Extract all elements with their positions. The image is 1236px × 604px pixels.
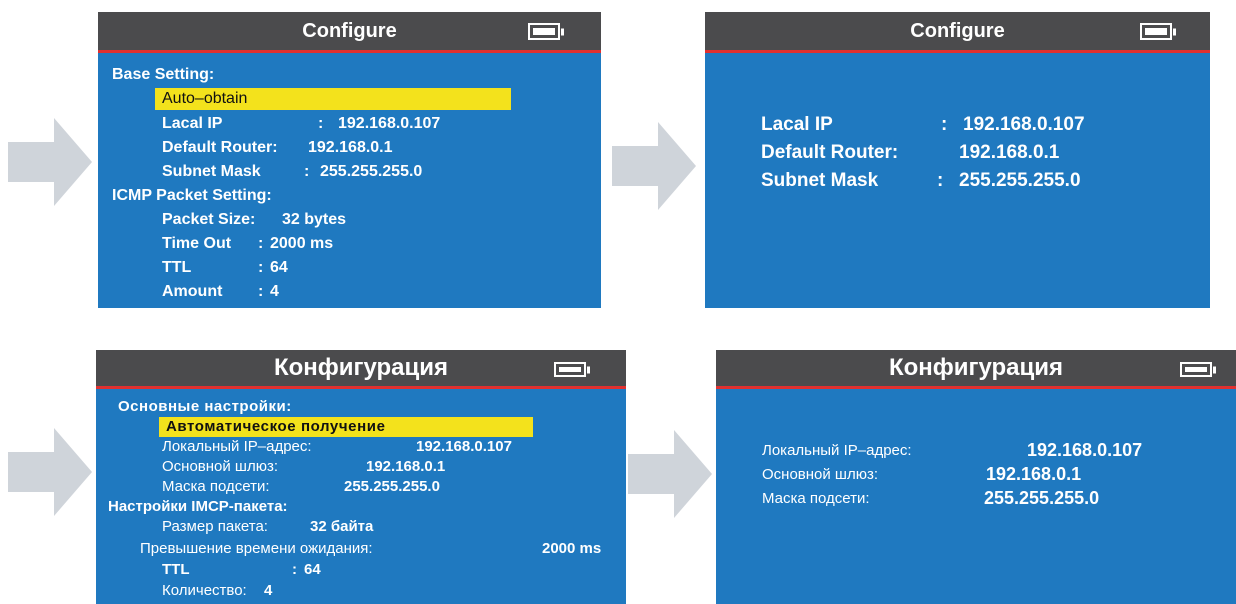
- ttl-label: TTL: [162, 561, 190, 578]
- title-bar: Конфигурация: [96, 350, 626, 389]
- section-heading: Настройки IMCP-пакета:: [108, 498, 288, 515]
- subnet-mask-label: Subnet Mask: [761, 170, 879, 191]
- timeout-label: Time Out: [162, 235, 232, 252]
- subnet-mask-label: Subnet Mask: [162, 163, 261, 180]
- default-router-value: 192.168.0.1: [959, 142, 1060, 163]
- subnet-mask-label: Маска подсети:: [162, 478, 270, 495]
- packet-size-value: 32 байта: [310, 518, 374, 535]
- timeout-sep: :: [258, 235, 264, 252]
- section-heading: Base Setting:: [112, 66, 215, 83]
- section-heading: Основные настройки:: [118, 398, 292, 415]
- default-router-value: 192.168.0.1: [308, 139, 393, 156]
- amount-sep: :: [258, 283, 264, 300]
- default-router-value: 192.168.0.1: [986, 464, 1082, 484]
- title-bar: Configure: [98, 12, 601, 53]
- configure-result-screen-ru: Конфигурация Локальный IP–адрес: 192.168…: [716, 350, 1236, 604]
- default-router-value: 192.168.0.1: [366, 458, 446, 475]
- auto-obtain-label: Автоматическое получение: [166, 418, 386, 435]
- battery-full-icon: [1180, 362, 1216, 377]
- default-router-label: Основной шлюз:: [162, 458, 279, 475]
- packet-size-value: 32 bytes: [282, 211, 347, 228]
- default-router-label: Default Router:: [761, 142, 899, 163]
- ttl-sep: :: [292, 561, 297, 578]
- screen-title: Конфигурация: [273, 354, 449, 381]
- battery-full-icon: [1140, 23, 1176, 40]
- subnet-mask-sep: :: [304, 163, 310, 180]
- configure-result-screen-en: Configure Lacal IP : 192.168.0.107 Defau…: [705, 12, 1210, 308]
- subnet-mask-value: 255.255.255.0: [984, 488, 1100, 508]
- ttl-sep: :: [258, 259, 264, 276]
- amount-value: 4: [264, 582, 273, 599]
- battery-full-icon: [528, 23, 564, 40]
- amount-label: Amount: [162, 283, 223, 300]
- packet-size-label: Packet Size:: [162, 211, 256, 228]
- title-bar: Конфигурация: [716, 350, 1236, 389]
- screen-title: Конфигурация: [888, 354, 1064, 381]
- local-ip-value: 192.168.0.107: [963, 114, 1085, 135]
- subnet-mask-sep: :: [937, 170, 944, 191]
- subnet-mask-label: Маска подсети:: [762, 490, 870, 507]
- local-ip-label: Lacal IP: [761, 114, 833, 135]
- amount-label: Количество:: [162, 582, 247, 599]
- local-ip-label: Локальный IP–адрес:: [162, 438, 312, 455]
- ttl-value: 64: [304, 561, 321, 578]
- battery-full-icon: [554, 362, 590, 377]
- subnet-mask-value: 255.255.255.0: [320, 163, 423, 180]
- local-ip-sep: :: [941, 114, 948, 135]
- auto-obtain-label: Auto–obtain: [162, 90, 248, 107]
- ttl-label: TTL: [162, 259, 192, 276]
- subnet-mask-value: 255.255.255.0: [344, 478, 440, 495]
- timeout-value: 2000 ms: [270, 235, 334, 252]
- amount-value: 4: [270, 283, 279, 300]
- local-ip-label: Локальный IP–адрес:: [762, 442, 912, 459]
- screen-title: Configure: [910, 19, 1005, 42]
- local-ip-sep: :: [318, 115, 324, 132]
- default-router-label: Default Router:: [162, 139, 278, 156]
- local-ip-label: Lacal IP: [162, 115, 223, 132]
- title-bar: Configure: [705, 12, 1210, 53]
- local-ip-value: 192.168.0.107: [1027, 440, 1143, 460]
- local-ip-value: 192.168.0.107: [416, 438, 512, 455]
- default-router-label: Основной шлюз:: [762, 466, 879, 483]
- screen-title: Configure: [302, 19, 397, 42]
- ttl-value: 64: [270, 259, 288, 276]
- configure-screen-ru: Конфигурация Основные настройки: Автомат…: [96, 350, 626, 604]
- timeout-label: Превышение времени ожидания:: [140, 540, 373, 557]
- local-ip-value: 192.168.0.107: [338, 115, 441, 132]
- packet-size-label: Размер пакета:: [162, 518, 268, 535]
- timeout-value: 2000 ms: [542, 540, 602, 557]
- section-heading: ICMP Packet Setting:: [112, 187, 272, 204]
- configure-screen-en: Configure Base Setting: Auto–obtain Laca…: [98, 12, 601, 308]
- subnet-mask-value: 255.255.255.0: [959, 170, 1081, 191]
